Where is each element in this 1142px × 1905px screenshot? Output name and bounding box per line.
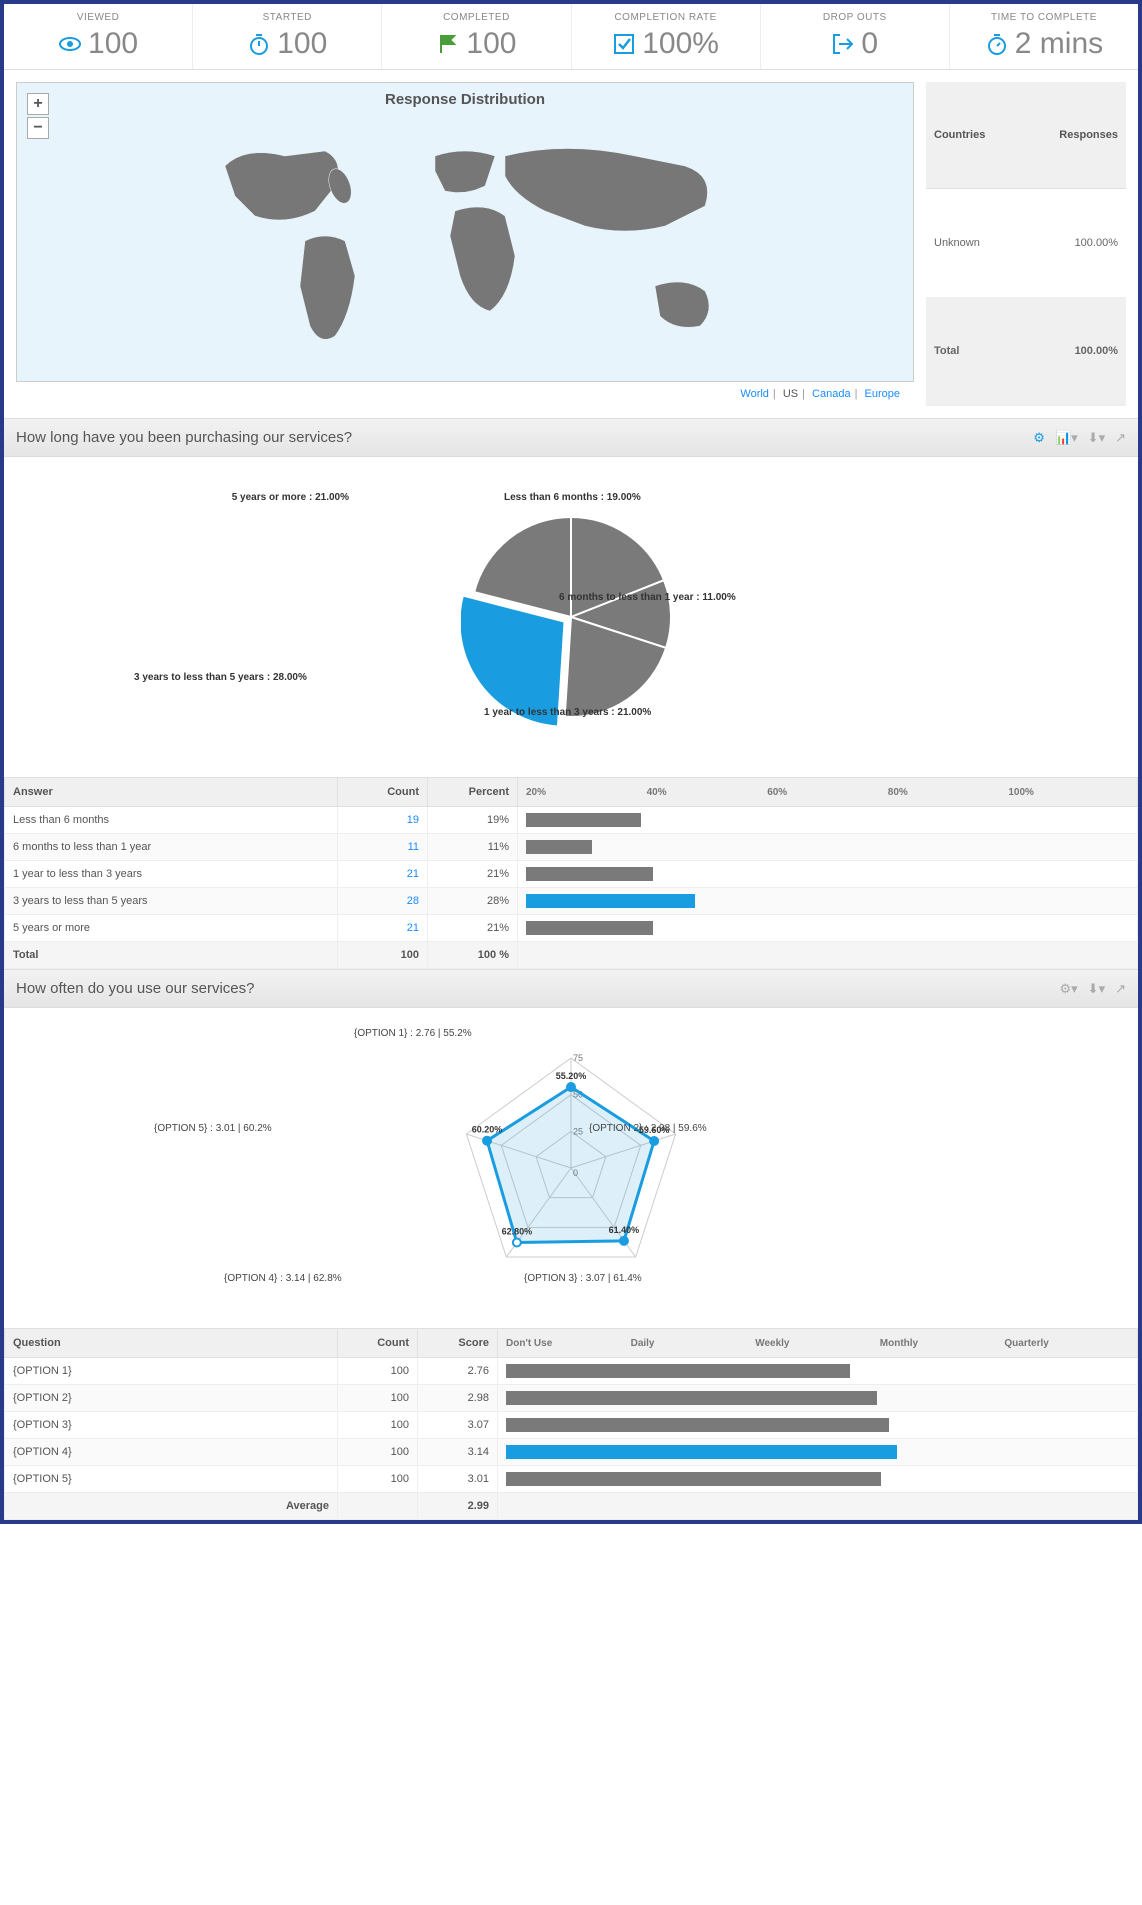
table-row: {OPTION 1} 100 2.76: [5, 1358, 1138, 1385]
svg-text:60.20%: 60.20%: [472, 1125, 503, 1135]
share-icon[interactable]: ↗: [1115, 981, 1126, 997]
count-link[interactable]: 21: [338, 861, 428, 888]
stat-completion-rate: COMPLETION RATE 100%: [572, 4, 761, 69]
q1-data-table: Answer Count Percent 20%40%60%80%100% Le…: [4, 777, 1138, 969]
table-row: {OPTION 2} 100 2.98: [5, 1385, 1138, 1412]
stat-time: TIME TO COMPLETE 2 mins: [950, 4, 1138, 69]
download-icon[interactable]: ⬇▾: [1088, 430, 1105, 446]
clock-icon: [985, 32, 1009, 56]
table-row: 6 months to less than 1 year 11 11%: [5, 834, 1138, 861]
question-title: How long have you been purchasing our se…: [16, 429, 352, 446]
count-link[interactable]: 21: [338, 915, 428, 942]
svg-text:75: 75: [573, 1053, 583, 1063]
radar-svg: 255075055.20%59.60%61.40%62.80%60.20%: [421, 1038, 721, 1298]
radar-axis-label: {OPTION 1} : 2.76 | 55.2%: [354, 1028, 472, 1039]
zoom-out-button[interactable]: −: [27, 117, 49, 139]
question-header: How often do you use our services? ⚙▾ ⬇▾…: [4, 969, 1138, 1008]
check-icon: [612, 32, 636, 56]
countries-table: CountriesResponses Unknown100.00% Total1…: [926, 82, 1126, 406]
table-row: Unknown100.00%: [926, 189, 1126, 297]
radar-axis-label: {OPTION 3} : 3.07 | 61.4%: [524, 1273, 642, 1284]
share-icon[interactable]: ↗: [1115, 430, 1126, 446]
question-tools: ⚙ 📊▾ ⬇▾ ↗: [1033, 430, 1126, 446]
table-row: 5 years or more 21 21%: [5, 915, 1138, 942]
pie-svg: [461, 507, 681, 727]
radar-axis-label: {OPTION 5} : 3.01 | 60.2%: [154, 1123, 272, 1134]
stat-viewed: VIEWED 100: [4, 4, 193, 69]
stopwatch-icon: [247, 32, 271, 56]
axis-labels: 20%40%60%80%100%: [518, 783, 1137, 802]
count-link[interactable]: 19: [338, 807, 428, 834]
chart-type-icon[interactable]: 📊▾: [1055, 430, 1078, 446]
download-icon[interactable]: ⬇▾: [1088, 981, 1105, 997]
pie-chart: Less than 6 months : 19.00% 6 months to l…: [4, 457, 1138, 777]
axis-labels: Don't UseDailyWeeklyMonthlyQuarterly: [498, 1334, 1137, 1353]
stat-completed: COMPLETED 100: [382, 4, 571, 69]
map-link-europe[interactable]: Europe: [865, 388, 900, 400]
radar-axis-label: {OPTION 4} : 3.14 | 62.8%: [224, 1273, 342, 1284]
table-row-total: Total100.00%: [926, 297, 1126, 405]
response-map[interactable]: Response Distribution + −: [16, 82, 914, 382]
stats-row: VIEWED 100 STARTED 100 COMPLETED 100 COM…: [4, 4, 1138, 70]
map-title: Response Distribution: [17, 83, 913, 116]
question-header: How long have you been purchasing our se…: [4, 418, 1138, 457]
stat-label: VIEWED: [8, 12, 188, 23]
exit-icon: [831, 32, 855, 56]
table-row: 3 years to less than 5 years 28 28%: [5, 888, 1138, 915]
question-tools: ⚙▾ ⬇▾ ↗: [1059, 981, 1126, 997]
settings-icon[interactable]: ⚙: [1033, 430, 1045, 446]
map-link-us[interactable]: US: [783, 388, 798, 400]
table-row: Less than 6 months 19 19%: [5, 807, 1138, 834]
radar-chart: 255075055.20%59.60%61.40%62.80%60.20% {O…: [4, 1008, 1138, 1328]
flag-icon: [436, 32, 460, 56]
table-row: {OPTION 5} 100 3.01: [5, 1466, 1138, 1493]
stat-started: STARTED 100: [193, 4, 382, 69]
pie-slice-label: 6 months to less than 1 year : 11.00%: [559, 592, 736, 603]
eye-icon: [58, 32, 82, 56]
table-row: {OPTION 3} 100 3.07: [5, 1412, 1138, 1439]
pie-slice-label: 1 year to less than 3 years : 21.00%: [484, 707, 651, 718]
pie-slice-label: 5 years or more : 21.00%: [189, 492, 349, 503]
count-link[interactable]: 11: [338, 834, 428, 861]
q2-data-table: Question Count Score Don't UseDailyWeekl…: [4, 1328, 1138, 1520]
svg-text:62.80%: 62.80%: [502, 1227, 533, 1237]
map-link-canada[interactable]: Canada: [812, 388, 851, 400]
pie-slice-label: Less than 6 months : 19.00%: [504, 492, 641, 503]
table-row-total: Average 2.99: [5, 1493, 1138, 1520]
pie-slice-label: 3 years to less than 5 years : 28.00%: [134, 672, 294, 683]
world-map-icon: [185, 116, 745, 366]
radar-axis-label: {OPTION 2} : 2.98 | 59.6%: [589, 1123, 707, 1134]
stat-dropouts: DROP OUTS 0: [761, 4, 950, 69]
svg-text:55.20%: 55.20%: [556, 1071, 587, 1081]
table-row: {OPTION 4} 100 3.14: [5, 1439, 1138, 1466]
settings-icon[interactable]: ⚙▾: [1059, 981, 1077, 997]
zoom-in-button[interactable]: +: [27, 93, 49, 115]
count-link[interactable]: 28: [338, 888, 428, 915]
table-row: 1 year to less than 3 years 21 21%: [5, 861, 1138, 888]
svg-text:61.40%: 61.40%: [609, 1225, 640, 1235]
map-region-links: World| US| Canada| Europe: [16, 382, 914, 406]
table-row-total: Total 100 100 %: [5, 942, 1138, 969]
stat-value: 100: [88, 27, 138, 61]
question-title: How often do you use our services?: [16, 980, 254, 997]
map-link-world[interactable]: World: [740, 388, 769, 400]
